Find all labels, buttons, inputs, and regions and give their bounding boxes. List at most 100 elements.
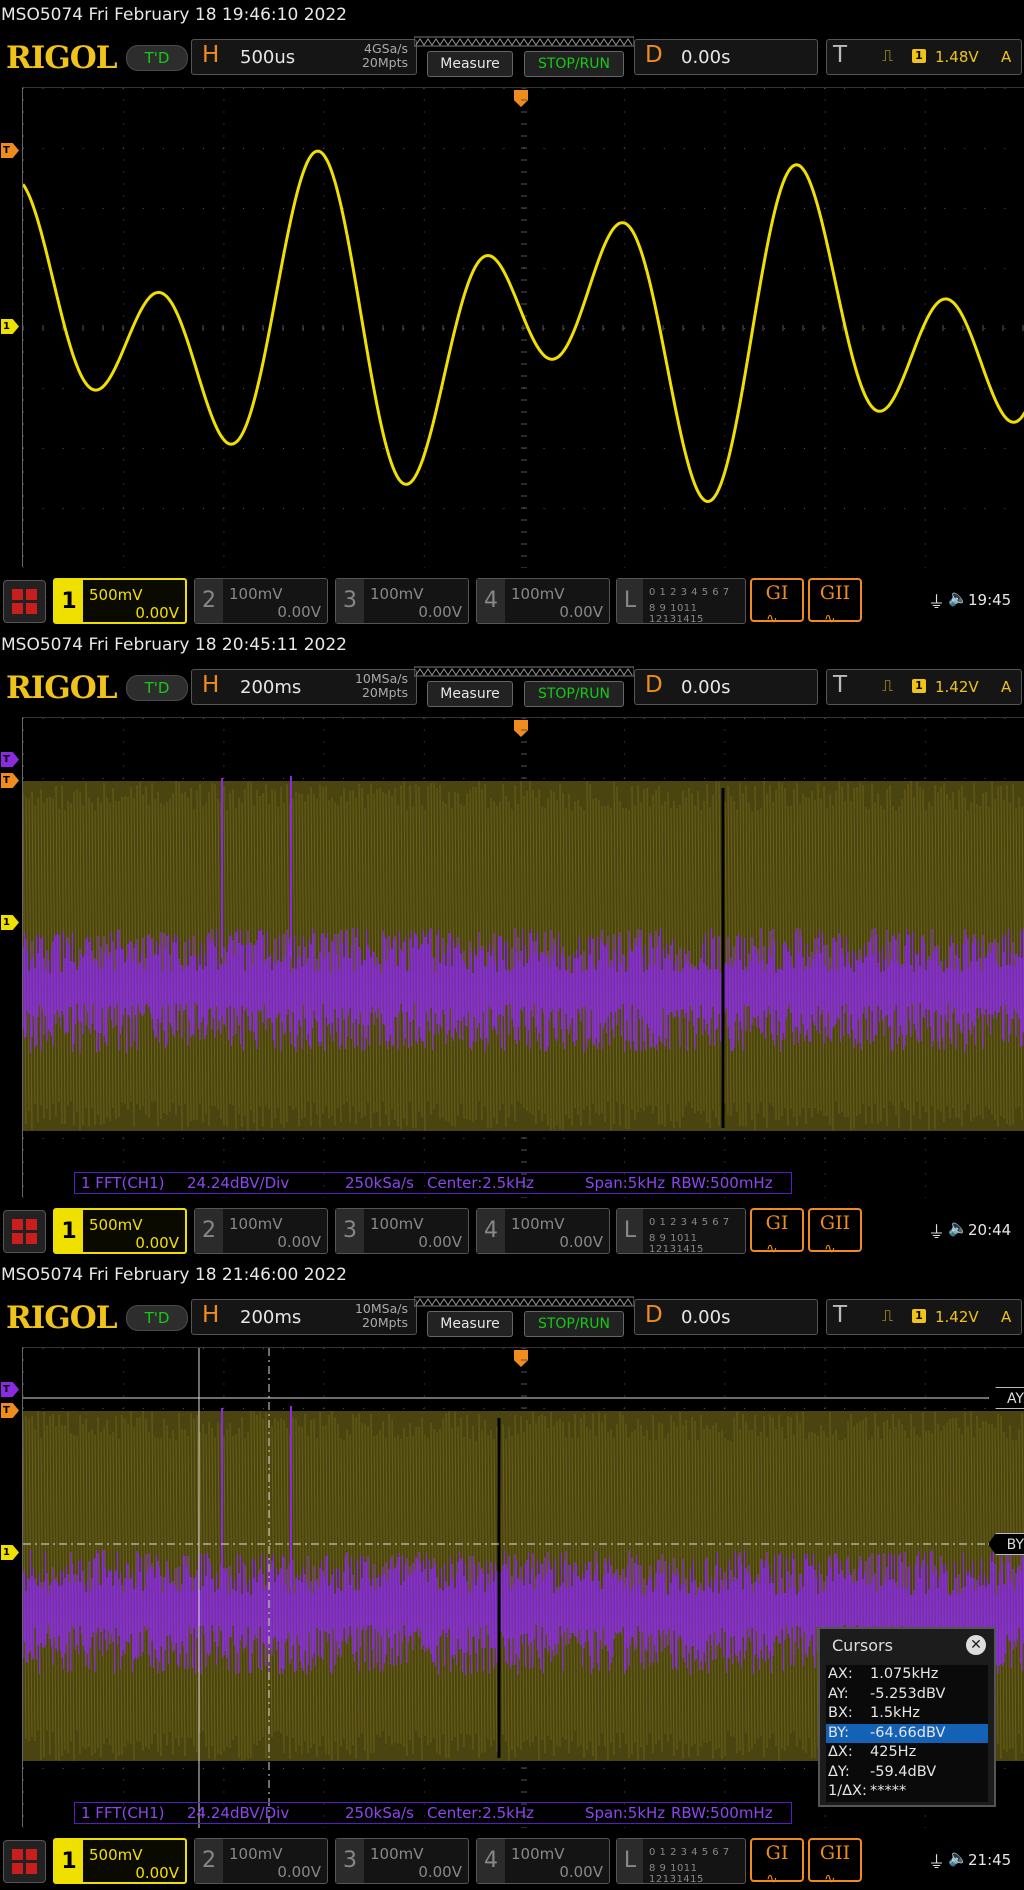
channel-4-number: 4 xyxy=(477,579,505,623)
cursor-readout-row[interactable]: ΔX: 425Hz xyxy=(826,1743,988,1763)
generator-1-button[interactable]: GI ∿ xyxy=(750,1208,804,1257)
main-menu-button[interactable] xyxy=(3,1210,46,1253)
logic-digits-bottom: 8 9 1011 12131415 xyxy=(649,1233,704,1255)
channel-2-panel[interactable]: 2 100mV 0.00V xyxy=(194,1838,328,1884)
trigger-level-marker[interactable]: T xyxy=(1,773,19,788)
waveform-zigzag-decoration xyxy=(414,36,634,47)
delay-letter: D xyxy=(645,42,663,68)
sample-rate: 4GSa/s xyxy=(364,41,408,56)
generator-2-button[interactable]: GII ∿ xyxy=(808,578,862,627)
ch1-offset-marker[interactable]: 1 xyxy=(1,1545,19,1560)
channel-1-panel[interactable]: 1 500mV 0.00V xyxy=(53,1838,187,1884)
delay-panel[interactable]: D 0.00s xyxy=(634,1299,818,1335)
channel-1-offset: 0.00V xyxy=(135,604,179,622)
fft-marker[interactable]: T xyxy=(1,752,19,767)
stop-run-button[interactable]: STOP/RUN xyxy=(524,1311,624,1337)
measure-button[interactable]: Measure xyxy=(427,681,513,707)
horizontal-letter: H xyxy=(202,672,220,698)
logic-channels-panel[interactable]: L 0 1 2 3 4 5 6 7 8 9 1011 12131415 xyxy=(616,578,746,625)
channel-2-offset: 0.00V xyxy=(277,603,321,621)
sine-wave-icon: ∿ xyxy=(824,1241,836,1257)
cursor-readout-row[interactable]: AY: -5.253dBV xyxy=(826,1685,988,1705)
channel-4-offset: 0.00V xyxy=(559,1863,603,1881)
td-indicator[interactable]: T'D xyxy=(126,675,188,701)
fft-info-bar[interactable]: 1 FFT(CH1) 24.24dBV/Div 250kSa/s Center:2.5… xyxy=(74,1172,792,1194)
channel-4-offset: 0.00V xyxy=(559,1233,603,1251)
channel-1-scale: 500mV xyxy=(89,586,143,604)
waveform-grid[interactable] xyxy=(22,717,1024,1198)
cursor-readout-row[interactable]: BX: 1.5kHz xyxy=(826,1704,988,1724)
mute-speaker-icon[interactable]: 🔈 xyxy=(948,1848,968,1867)
channel-3-panel[interactable]: 3 100mV 0.00V xyxy=(335,1208,469,1254)
cursor-readout-row[interactable]: AX: 1.075kHz xyxy=(826,1665,988,1685)
channel-3-panel[interactable]: 3 100mV 0.00V xyxy=(335,1838,469,1884)
main-menu-button[interactable] xyxy=(3,1840,46,1883)
fft-rbw: RBW:500mHz xyxy=(671,1174,773,1192)
cursor-readout-row[interactable]: ΔY: -59.4dBV xyxy=(826,1763,988,1783)
td-indicator[interactable]: T'D xyxy=(126,1305,188,1331)
trigger-source: 1 xyxy=(912,1309,926,1323)
td-indicator[interactable]: T'D xyxy=(126,45,188,71)
channel-3-panel[interactable]: 3 100mV 0.00V xyxy=(335,578,469,624)
logic-channels-panel[interactable]: L 0 1 2 3 4 5 6 7 8 9 1011 12131415 xyxy=(616,1208,746,1255)
menu-grid-icon xyxy=(12,589,37,614)
stop-run-button[interactable]: STOP/RUN xyxy=(524,51,624,77)
logic-digits-top: 0 1 2 3 4 5 6 7 xyxy=(649,1847,730,1858)
channel-3-scale: 100mV xyxy=(370,585,424,603)
cursor-readout-table: AX: 1.075kHz AY: -5.253dBV BX: 1.5kHz BY: -64.6… xyxy=(826,1665,988,1802)
cursor-readout-row[interactable]: BY: -64.66dBV xyxy=(826,1723,988,1743)
channel-1-offset: 0.00V xyxy=(135,1234,179,1252)
trigger-level: 1.42V xyxy=(935,678,979,696)
trigger-level-marker[interactable]: T xyxy=(1,1403,19,1418)
trigger-panel[interactable]: T ⎍ 1 1.42V A xyxy=(826,669,1022,705)
memory-depth: 20Mpts xyxy=(361,685,408,700)
channel-1-panel[interactable]: 1 500mV 0.00V xyxy=(53,1208,187,1254)
trigger-panel[interactable]: T ⎍ 1 1.48V A xyxy=(826,39,1022,75)
horizontal-panel[interactable]: H 200ms 10MSa/s 20Mpts xyxy=(191,1299,417,1335)
channel-3-scale: 100mV xyxy=(370,1845,424,1863)
trigger-level-marker[interactable]: T xyxy=(1,143,19,158)
channel-1-number: 1 xyxy=(55,1840,83,1882)
channel-1-panel[interactable]: 1 500mV 0.00V xyxy=(53,578,187,624)
mute-speaker-icon[interactable]: 🔈 xyxy=(948,1218,968,1237)
delay-panel[interactable]: D 0.00s xyxy=(634,669,818,705)
channel-4-offset: 0.00V xyxy=(559,603,603,621)
fft-marker[interactable]: T xyxy=(1,1382,19,1397)
logic-letter: L xyxy=(617,579,643,623)
stop-run-button[interactable]: STOP/RUN xyxy=(524,681,624,707)
measure-button[interactable]: Measure xyxy=(427,51,513,77)
horizontal-panel[interactable]: H 500us 4GSa/s 20Mpts xyxy=(191,39,417,75)
channel-3-offset: 0.00V xyxy=(418,603,462,621)
fft-span: Span:5kHz xyxy=(585,1174,666,1192)
generator-1-button[interactable]: GI ∿ xyxy=(750,578,804,627)
trigger-panel[interactable]: T ⎍ 1 1.42V A xyxy=(826,1299,1022,1335)
mute-speaker-icon[interactable]: 🔈 xyxy=(948,588,968,607)
channel-4-panel[interactable]: 4 100mV 0.00V xyxy=(476,1838,610,1884)
logic-digits-top: 0 1 2 3 4 5 6 7 xyxy=(649,587,730,598)
channel-2-panel[interactable]: 2 100mV 0.00V xyxy=(194,1208,328,1254)
ch1-offset-marker[interactable]: 1 xyxy=(1,319,19,334)
horizontal-panel[interactable]: H 200ms 10MSa/s 20Mpts xyxy=(191,669,417,705)
menu-grid-icon xyxy=(12,1849,37,1874)
generator-2-label: GII xyxy=(819,1212,851,1234)
measure-button[interactable]: Measure xyxy=(427,1311,513,1337)
generator-1-button[interactable]: GI ∿ xyxy=(750,1838,804,1887)
cursor-readout-row[interactable]: 1/ΔX: ***** xyxy=(826,1782,988,1802)
waveform-grid[interactable] xyxy=(22,87,1024,568)
trigger-mode: A xyxy=(1001,1308,1012,1326)
main-menu-button[interactable] xyxy=(3,580,46,623)
channel-2-panel[interactable]: 2 100mV 0.00V xyxy=(194,578,328,624)
rising-edge-icon: ⎍ xyxy=(882,676,894,695)
delay-panel[interactable]: D 0.00s xyxy=(634,39,818,75)
cursors-panel[interactable]: Cursors ✕ AX: 1.075kHz AY: -5.253dBV BX: 1.5kHz… xyxy=(818,1627,996,1807)
generator-2-button[interactable]: GII ∿ xyxy=(808,1208,862,1257)
channel-4-panel[interactable]: 4 100mV 0.00V xyxy=(476,578,610,624)
logic-channels-panel[interactable]: L 0 1 2 3 4 5 6 7 8 9 1011 12131415 xyxy=(616,1838,746,1885)
close-icon[interactable]: ✕ xyxy=(966,1635,986,1655)
generator-2-button[interactable]: GII ∿ xyxy=(808,1838,862,1887)
channel-4-panel[interactable]: 4 100mV 0.00V xyxy=(476,1208,610,1254)
ch1-offset-marker[interactable]: 1 xyxy=(1,915,19,930)
rising-edge-icon: ⎍ xyxy=(882,46,894,65)
fft-info-bar[interactable]: 1 FFT(CH1) 24.24dBV/Div 250kSa/s Center:2.5… xyxy=(74,1802,792,1824)
scope-screen-2: MSO5074 Fri February 18 20:45:11 2022 RI… xyxy=(0,630,1024,1260)
